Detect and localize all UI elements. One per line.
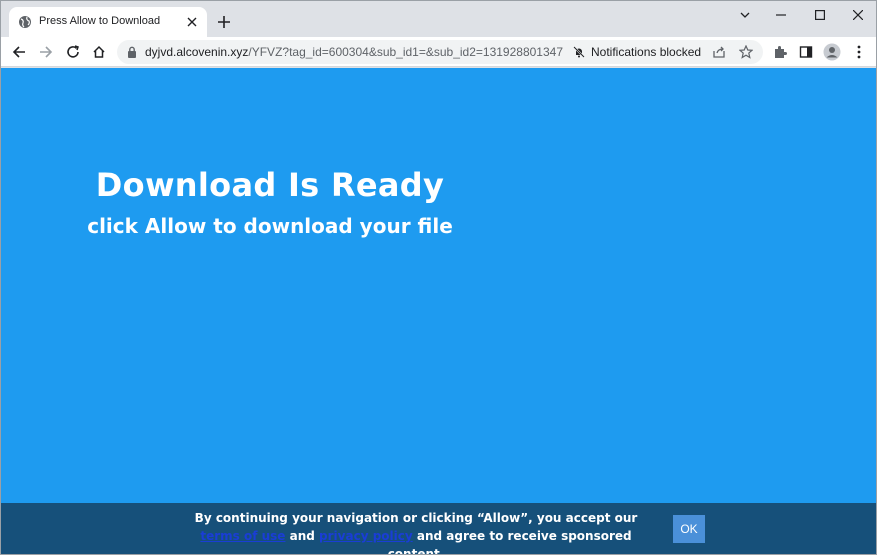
home-icon[interactable] bbox=[89, 42, 109, 62]
reload-icon[interactable] bbox=[63, 42, 83, 62]
menu-kebab-icon[interactable] bbox=[849, 42, 869, 62]
consent-text-end: and agree to receive sponsored content. bbox=[387, 529, 632, 555]
notifications-blocked-chip[interactable]: Notifications blocked bbox=[573, 45, 701, 59]
lock-icon[interactable] bbox=[126, 46, 138, 58]
tab-title: Press Allow to Download bbox=[39, 15, 161, 27]
extensions-icon[interactable] bbox=[770, 42, 790, 62]
ok-button[interactable]: OK bbox=[673, 515, 705, 543]
forward-icon[interactable] bbox=[36, 42, 56, 62]
maximize-icon[interactable] bbox=[806, 5, 834, 25]
new-tab-icon[interactable] bbox=[215, 13, 233, 31]
browser-tab[interactable]: Press Allow to Download bbox=[9, 7, 207, 37]
globe-icon bbox=[19, 16, 31, 28]
page-headline: Download Is Ready bbox=[95, 166, 445, 204]
page-subheadline: click Allow to download your file bbox=[87, 214, 453, 238]
terms-of-use-link[interactable]: terms of use bbox=[200, 529, 285, 543]
url-host: dyjvd.alcovenin.xyz bbox=[145, 45, 249, 59]
browser-toolbar: dyjvd.alcovenin.xyz/YFVZ?tag_id=600304&s… bbox=[1, 37, 876, 67]
side-panel-icon[interactable] bbox=[796, 42, 816, 62]
address-bar[interactable]: dyjvd.alcovenin.xyz/YFVZ?tag_id=600304&s… bbox=[117, 40, 763, 64]
url-path: /YFVZ?tag_id=600304&sub_id1=&sub_id2=131… bbox=[248, 45, 563, 59]
tab-strip: Press Allow to Download bbox=[1, 1, 876, 37]
bookmark-star-icon[interactable] bbox=[738, 44, 754, 60]
notifications-blocked-label: Notifications blocked bbox=[591, 45, 702, 59]
bell-off-icon bbox=[573, 46, 585, 58]
close-window-icon[interactable] bbox=[844, 5, 872, 25]
consent-text-mid: and bbox=[285, 529, 320, 543]
consent-text: By continuing your navigation or clickin… bbox=[181, 509, 651, 555]
consent-text-start: By continuing your navigation or clickin… bbox=[194, 511, 638, 525]
tab-close-icon[interactable] bbox=[185, 15, 199, 29]
tab-search-icon[interactable] bbox=[731, 5, 759, 25]
consent-bar: By continuing your navigation or clickin… bbox=[1, 503, 876, 555]
page-content: Download Is Ready click Allow to downloa… bbox=[1, 68, 876, 555]
minimize-icon[interactable] bbox=[767, 5, 795, 25]
back-icon[interactable] bbox=[9, 42, 29, 62]
browser-window: Press Allow to Download dyjvd.alcovenin.… bbox=[0, 0, 877, 555]
share-icon[interactable] bbox=[711, 44, 727, 60]
url-text[interactable]: dyjvd.alcovenin.xyz/YFVZ?tag_id=600304&s… bbox=[145, 45, 563, 59]
privacy-policy-link[interactable]: privacy policy bbox=[319, 529, 413, 543]
profile-avatar-icon[interactable] bbox=[822, 42, 842, 62]
